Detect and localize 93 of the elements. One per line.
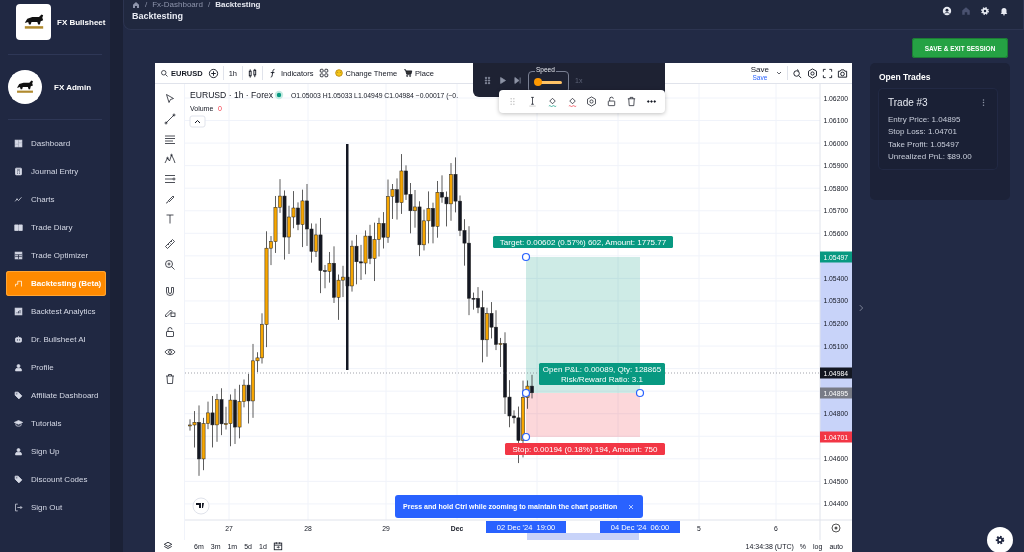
chevron-right-icon[interactable]: [856, 302, 866, 313]
drag-handle-icon[interactable]: [483, 75, 492, 85]
calculator-icon: [14, 167, 23, 176]
settings-icon[interactable]: [807, 67, 818, 79]
skip-forward-icon[interactable]: [513, 75, 522, 85]
close-icon: [627, 502, 635, 511]
drag-handle[interactable]: [521, 432, 531, 442]
open-pnl-label: Open P&L: 0.00089, Qty: 128865 Risk/Reward Ratio: 3.1: [539, 363, 665, 385]
search-icon: [160, 68, 169, 78]
lock-icon[interactable]: [606, 96, 618, 107]
camera-icon[interactable]: [837, 67, 848, 79]
bar-chart-icon: [14, 307, 23, 316]
user-icon: [14, 447, 23, 456]
text-cursor-icon[interactable]: [527, 96, 539, 107]
candles-icon[interactable]: [247, 67, 258, 79]
fill-color-icon[interactable]: [566, 96, 578, 107]
layout-grid-icon[interactable]: [318, 68, 329, 78]
tag-icon: [14, 391, 23, 400]
cursor-icon[interactable]: [163, 93, 176, 105]
brand-name: FX Bullsheet: [57, 17, 106, 27]
sidebar-item[interactable]: Trade Optimizer: [6, 243, 106, 268]
trash-icon[interactable]: [625, 96, 637, 107]
brush-icon[interactable]: [163, 193, 176, 205]
panel-title: Open Trades: [879, 72, 932, 82]
sidebar-item[interactable]: Tutorials: [6, 411, 106, 436]
sidebar-item[interactable]: Sign Out: [6, 495, 106, 520]
fill-color-icon[interactable]: [546, 96, 558, 107]
add-circle-icon[interactable]: [207, 67, 219, 79]
sidebar-item[interactable]: Affiliate Dashboard: [6, 383, 106, 408]
fib-lines-icon[interactable]: [163, 173, 176, 185]
sidebar-item[interactable]: Profile: [6, 355, 106, 380]
breadcrumb-separator: /: [207, 0, 211, 9]
trash-icon[interactable]: [163, 373, 176, 385]
lock-icon[interactable]: [163, 326, 176, 338]
chevron-down-icon[interactable]: [775, 69, 783, 77]
breadcrumb-link[interactable]: Fx-Dashboard: [152, 0, 203, 9]
drag-handle[interactable]: [635, 388, 645, 398]
book-icon: [14, 223, 23, 232]
sign-out-icon: [14, 503, 23, 512]
robot-icon: [14, 335, 23, 344]
breadcrumb-separator: /: [145, 0, 148, 9]
line-chart-icon: [14, 195, 23, 204]
settings-icon: [994, 534, 1006, 546]
settings-icon[interactable]: [586, 96, 598, 107]
sidebar-item[interactable]: Dashboard: [6, 131, 106, 156]
user-circle-icon[interactable]: [942, 6, 952, 16]
sidebar-item[interactable]: Trade Diary: [6, 215, 106, 240]
trade-detail: Unrealized PnL: $89.00: [888, 152, 973, 161]
symbol-title: EURUSD · 1h · Forex: [190, 90, 274, 100]
home-icon[interactable]: [132, 0, 140, 9]
trade-detail: Entry Price: 1.04895: [888, 114, 962, 124]
sidebar-item[interactable]: Backtest Analytics: [6, 299, 106, 324]
trade-title: Trade #3: [888, 97, 928, 108]
stop-label: Stop: 0.00194 (0.18%) 194, Amount: 750: [505, 443, 665, 455]
parallel-lines-icon[interactable]: [163, 133, 176, 145]
quick-search-icon[interactable]: [792, 67, 803, 79]
breadcrumb-current: Backtesting: [215, 0, 261, 9]
target-label: Target: 0.00602 (0.57%) 602, Amount: 1775.77: [493, 236, 673, 248]
fullscreen-icon[interactable]: [822, 67, 833, 79]
settings-button[interactable]: [987, 527, 1013, 552]
play-icon[interactable]: [498, 75, 507, 85]
eye-icon[interactable]: [163, 346, 176, 358]
table-icon: [14, 251, 23, 260]
pattern-icon[interactable]: [163, 153, 176, 165]
sidebar-item[interactable]: Discount Codes: [6, 467, 106, 492]
magnet-icon[interactable]: [163, 286, 176, 298]
graduation-cap-icon: [14, 419, 23, 428]
trend-line-icon[interactable]: [163, 113, 176, 125]
layers-icon[interactable]: [163, 541, 173, 551]
sun-icon: [333, 68, 344, 78]
market-status-dot: [274, 90, 284, 100]
calendar-goto-icon[interactable]: [272, 541, 283, 551]
user-name: FX Admin: [54, 82, 92, 92]
drag-handle[interactable]: [521, 388, 531, 398]
dashboard-grid-icon: [14, 139, 23, 148]
sidebar-item[interactable]: Dr. Bullsheet AI: [6, 327, 106, 352]
chart-logo: [192, 497, 210, 515]
drag-handle[interactable]: [521, 252, 531, 262]
sidebar-item[interactable]: Sign Up: [6, 439, 106, 464]
reset-scale-icon[interactable]: [831, 523, 841, 533]
cart-icon: [403, 68, 414, 78]
sidebar-item[interactable]: Charts: [6, 187, 106, 212]
user-icon: [14, 363, 23, 372]
step-chart-icon: [14, 279, 23, 288]
tag-icon: [14, 475, 23, 484]
trade-detail: Stop Loss: 1.04701: [888, 127, 958, 136]
page-title: Backtesting: [132, 11, 185, 21]
bell-icon[interactable]: [999, 6, 1009, 16]
sidebar-item[interactable]: Journal Entry: [6, 159, 106, 184]
ruler-icon[interactable]: [163, 238, 176, 250]
trade-detail: Take Profit: 1.05497: [888, 139, 961, 149]
zoom-in-icon[interactable]: [163, 259, 176, 271]
close-button[interactable]: [627, 502, 635, 511]
